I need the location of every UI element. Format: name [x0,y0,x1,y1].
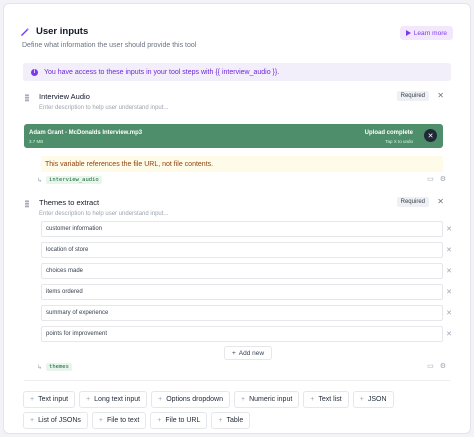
list-item-text: items ordered [46,289,83,295]
plus-icon: + [218,417,223,424]
info-banner-text: You have access to these inputs in your … [44,68,280,76]
card-actions: ▭ ⚙ [427,362,446,370]
add-long-text-input-button[interactable]: + Long text input [79,391,148,408]
remove-item-icon[interactable]: ✕ [446,309,452,317]
themes-list: customer information ✕ location of store ✕… [41,221,452,347]
add-list-of-jsons-button[interactable]: + List of JSONs [23,412,88,429]
button-label: JSON [367,396,387,403]
list-item-input[interactable]: customer information ✕ [41,221,452,237]
panel-header: User inputs Define what information the … [21,26,453,56]
variable-tag-row: ↳ interview_audio [37,176,102,184]
upload-status-detail: Tap X to undo [385,139,413,144]
add-options-dropdown-button[interactable]: + Options dropdown [151,391,231,408]
return-arrow-icon: ↳ [37,364,43,371]
info-icon: i [31,68,38,76]
remove-item-icon[interactable]: ✕ [446,288,452,296]
field-description-input[interactable]: Enter description to help user understan… [39,105,168,111]
variable-tag[interactable]: themes [46,363,72,371]
remove-item-icon[interactable]: ✕ [446,330,452,338]
field-name-input[interactable]: Interview Audio [39,92,90,101]
plus-icon: + [30,396,35,403]
plus-icon: + [158,396,163,403]
magic-wand-icon [21,27,30,36]
undo-upload-button[interactable]: ✕ [424,129,437,142]
uploaded-file-size: 3.7 MB [29,139,44,144]
play-icon [405,30,411,36]
button-label: File to URL [165,417,201,424]
variable-tag[interactable]: interview_audio [46,176,102,184]
uploaded-file-name: Adam Grant - McDonalds Interview.mp3 [29,130,143,136]
remove-item-icon[interactable]: ✕ [446,225,452,233]
list-item-input[interactable]: summary of experience ✕ [41,305,452,321]
plus-icon: + [157,417,162,424]
upload-status: Upload complete [364,130,413,136]
plus-icon: + [30,417,35,424]
button-label: Text list [318,396,342,403]
variable-tag-row: ↳ themes [37,363,72,371]
button-label: Options dropdown [166,396,224,403]
list-item-text: points for improvement [46,331,108,337]
page-title: User inputs [36,26,89,37]
learn-more-label: Learn more [413,29,447,37]
add-input-type-buttons: + Text input + Long text input + Options dr… [23,391,451,429]
settings-gear-icon[interactable]: ⚙ [440,175,446,183]
user-inputs-panel: User inputs Define what information the … [3,3,471,434]
learn-more-button[interactable]: Learn more [399,26,453,40]
add-text-input-button[interactable]: + Text input [23,391,76,408]
list-item-text: summary of experience [46,310,109,316]
plus-icon: + [232,349,236,357]
plus-icon: + [310,396,315,403]
plus-icon: + [98,417,103,424]
add-text-list-button[interactable]: + Text list [303,391,349,408]
list-item-text: customer information [46,226,103,232]
drag-handle-icon[interactable] [25,200,29,208]
remove-item-icon[interactable]: ✕ [446,267,452,275]
upload-complete-card: Adam Grant - McDonalds Interview.mp3 3.7… [24,124,443,148]
divider [24,380,450,381]
required-toggle[interactable]: Required [396,91,429,101]
button-label: File to text [106,417,140,424]
add-new-item-button[interactable]: + Add new [224,346,273,360]
add-numeric-input-button[interactable]: + Numeric input [234,391,300,408]
page-subtitle: Define what information the user should … [22,42,197,49]
copy-icon[interactable]: ▭ [427,175,434,183]
field-description-input[interactable]: Enter description to help user understan… [39,211,168,217]
button-label: Text input [38,396,69,403]
plus-icon: + [359,396,364,403]
list-item-input[interactable]: points for improvement ✕ [41,326,452,342]
settings-gear-icon[interactable]: ⚙ [440,362,446,370]
add-table-button[interactable]: + Table [211,412,251,429]
list-item-input[interactable]: choices made ✕ [41,263,452,279]
add-new-label: Add new [238,349,265,357]
add-file-to-url-button[interactable]: + File to URL [150,412,208,429]
list-item-text: choices made [46,268,84,274]
info-banner: i You have access to these inputs in you… [23,63,451,81]
remove-field-icon[interactable]: ✕ [437,197,444,206]
list-item-input[interactable]: location of store ✕ [41,242,452,258]
card-actions: ▭ ⚙ [427,175,446,183]
variable-note: This variable references the file URL, n… [41,156,443,172]
drag-handle-icon[interactable] [25,94,29,102]
remove-item-icon[interactable]: ✕ [446,246,452,254]
plus-icon: + [241,396,246,403]
button-label: Long text input [94,396,141,403]
remove-field-icon[interactable]: ✕ [437,91,444,100]
required-toggle[interactable]: Required [396,197,429,207]
add-file-to-text-button[interactable]: + File to text [91,412,147,429]
plus-icon: + [86,396,91,403]
button-label: List of JSONs [38,417,81,424]
field-name-input[interactable]: Themes to extract [39,198,99,207]
list-item-input[interactable]: items ordered ✕ [41,284,452,300]
add-json-button[interactable]: + JSON [352,391,394,408]
button-label: Table [226,417,244,424]
list-item-text: location of store [46,247,89,253]
return-arrow-icon: ↳ [37,177,43,184]
button-label: Numeric input [249,396,293,403]
copy-icon[interactable]: ▭ [427,362,434,370]
